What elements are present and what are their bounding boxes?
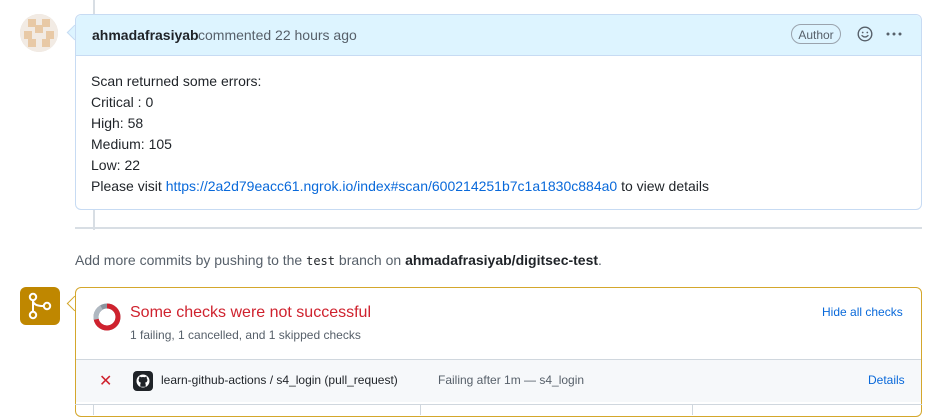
comment-line: Low: 22: [91, 157, 141, 173]
avatar[interactable]: [20, 14, 58, 52]
checks-subtitle: 1 failing, 1 cancelled, and 1 skipped ch…: [130, 328, 361, 342]
comment-body: Scan returned some errors: Critical : 0 …: [91, 71, 709, 197]
comment-line: Scan returned some errors:: [91, 73, 262, 89]
bottom-rule: [75, 404, 922, 405]
timeline-line: [93, 0, 95, 14]
check-name: learn-github-actions / s4_login (pull_re…: [161, 373, 398, 387]
visit-prefix: Please visit: [91, 178, 166, 194]
check-status: Failing after 1m — s4_login: [438, 373, 585, 387]
comment-line: Medium: 105: [91, 136, 172, 152]
avatar-identicon: [20, 14, 58, 52]
checks-status-donut-icon: [92, 302, 122, 335]
scan-link[interactable]: https://2a2d79eacc61.ngrok.io/index#scan…: [166, 178, 617, 194]
smiley-icon[interactable]: [857, 26, 873, 45]
kebab-horizontal-icon[interactable]: [885, 26, 903, 45]
repo-name: ahmadafrasiyab/digitsec-test: [405, 252, 599, 268]
check-row: ✕ learn-github-actions / s4_login (pull_…: [76, 359, 921, 402]
bottom-tick: [93, 405, 94, 415]
hide-all-checks-button[interactable]: Hide all checks: [822, 305, 903, 319]
comment-author[interactable]: ahmadafrasiyab: [92, 27, 199, 43]
branch-name: test: [306, 254, 336, 268]
checks-card: Some checks were not successful 1 failin…: [75, 287, 922, 417]
push-note-suffix: .: [598, 252, 602, 268]
github-mark-icon: [133, 371, 153, 391]
git-merge-icon: [20, 287, 60, 325]
author-badge: Author: [791, 24, 841, 44]
bottom-tick: [692, 405, 693, 415]
visit-suffix: to view details: [617, 178, 710, 194]
details-link[interactable]: Details: [868, 373, 905, 387]
push-note: Add more commits by pushing to the test …: [75, 252, 602, 268]
comment-line: Critical : 0: [91, 94, 154, 110]
x-icon: ✕: [99, 373, 113, 390]
push-note-middle: branch on: [335, 252, 406, 268]
timeline-divider: [75, 227, 922, 229]
comment-header: ahmadafrasiyab commented 22 hours ago Au…: [76, 15, 921, 56]
comment-line: High: 58: [91, 115, 144, 131]
comment-line: Please visit https://2a2d79eacc61.ngrok.…: [91, 176, 709, 197]
bottom-tick: [420, 405, 421, 415]
comment-timestamp[interactable]: commented 22 hours ago: [198, 27, 357, 43]
push-note-prefix: Add more commits by pushing to the: [75, 252, 307, 268]
comment-card: ahmadafrasiyab commented 22 hours ago Au…: [75, 14, 922, 210]
checks-title: Some checks were not successful: [130, 304, 371, 321]
